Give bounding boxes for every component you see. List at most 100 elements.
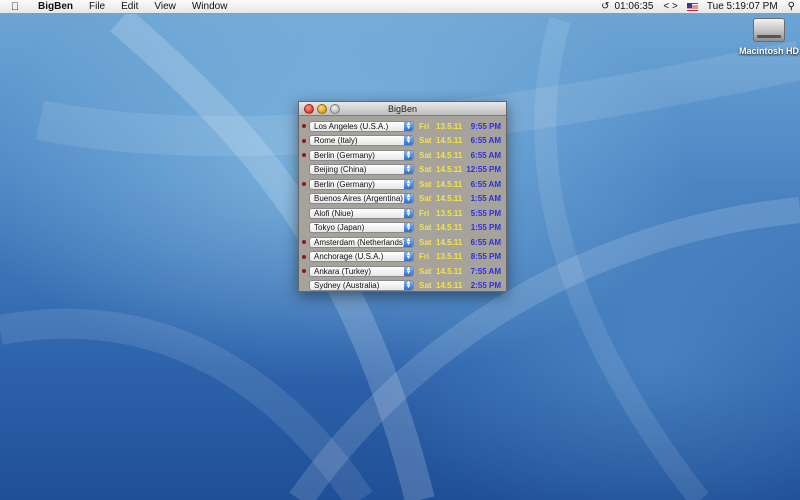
- date-text: 14.5.11: [436, 150, 463, 160]
- select-arrows-icon: ▲ ▼: [404, 193, 413, 204]
- date-text: 14.5.11: [436, 281, 463, 291]
- city-select[interactable]: Amsterdam (Netherlands) ▲ ▼: [309, 236, 414, 248]
- weekday-text: Sat: [419, 136, 432, 146]
- city-select[interactable]: Tokyo (Japan) ▲ ▼: [309, 222, 414, 234]
- time-text: 12:55 PM: [466, 165, 501, 175]
- weekday-text: Sat: [419, 237, 432, 247]
- select-arrows-icon: ▲ ▼: [404, 222, 413, 233]
- city-select[interactable]: Beijing (China) ▲ ▼: [309, 164, 414, 176]
- indicator-dot: [302, 284, 306, 288]
- time-text: 1:55 PM: [470, 223, 501, 233]
- zoom-button[interactable]: [330, 104, 340, 114]
- time-text: 8:55 PM: [470, 252, 501, 262]
- weekday-text: Fri: [419, 208, 430, 218]
- indicator-dot: [302, 240, 306, 244]
- weekday-text: Sat: [419, 281, 432, 291]
- city-select[interactable]: Anchorage (U.S.A.) ▲ ▼: [309, 251, 414, 263]
- indicator-dot: [302, 211, 306, 215]
- date-text: 14.5.11: [436, 194, 463, 204]
- select-arrows-icon: ▲ ▼: [404, 280, 413, 291]
- indicator-dot: [302, 124, 306, 128]
- city-select[interactable]: Los Angeles (U.S.A.) ▲ ▼: [309, 120, 414, 132]
- menu-edit[interactable]: Edit: [113, 0, 146, 14]
- time-text: 5:55 PM: [470, 208, 501, 218]
- nav-arrows[interactable]: < >: [658, 0, 682, 14]
- menu-view[interactable]: View: [146, 0, 184, 14]
- city-select-label: Berlin (Germany): [314, 179, 375, 189]
- city-select[interactable]: Berlin (Germany) ▲ ▼: [309, 178, 414, 190]
- select-arrows-icon: ▲ ▼: [404, 178, 413, 189]
- weekday-text: Fri: [419, 252, 430, 262]
- indicator-dot: [302, 138, 306, 143]
- city-time-list: Los Angeles (U.S.A.) ▲ ▼ Fri 13.5.11 9:55 PM R…: [299, 116, 506, 293]
- city-select[interactable]: Ankara (Turkey) ▲ ▼: [309, 265, 414, 277]
- menu-window[interactable]: Window: [184, 0, 236, 14]
- city-row: Berlin (Germany) ▲ ▼ Sat 14.5.11 6:55 AM: [299, 148, 506, 163]
- hard-drive-label: Macintosh HD: [738, 46, 799, 56]
- date-text: 14.5.11: [436, 237, 463, 247]
- menubar-clock[interactable]: Tue 5:19:07 PM: [702, 0, 783, 14]
- time-text: 2:55 PM: [470, 281, 501, 291]
- bigben-window: BigBen Los Angeles (U.S.A.) ▲ ▼ Fri 13.5.11 9…: [298, 101, 507, 292]
- city-select-label: Alofi (Niue): [314, 208, 354, 218]
- minimize-button[interactable]: [317, 104, 327, 114]
- spotlight-search-icon[interactable]: ⚲: [783, 0, 800, 14]
- weekday-text: Fri: [419, 121, 430, 131]
- time-text: 7:55 AM: [470, 266, 501, 276]
- timer-icon[interactable]: ↺: [596, 0, 614, 14]
- city-select-label: Ankara (Turkey): [314, 266, 372, 276]
- timer-readout[interactable]: 01:06:35: [614, 0, 658, 14]
- city-select-label: Amsterdam (Netherlands): [314, 237, 406, 247]
- date-text: 14.5.11: [436, 179, 463, 189]
- city-row: Buenos Aires (Argentina) ▲ ▼ Sat 14.5.11 1:55…: [299, 192, 506, 207]
- city-select-label: Sydney (Australia): [314, 281, 380, 291]
- indicator-dot: [302, 226, 306, 230]
- city-select[interactable]: Alofi (Niue) ▲ ▼: [309, 207, 414, 219]
- city-row: Amsterdam (Netherlands) ▲ ▼ Sat 14.5.11 6:55 …: [299, 235, 506, 250]
- indicator-dot: [302, 269, 306, 273]
- city-select[interactable]: Sydney (Australia) ▲ ▼: [309, 280, 414, 292]
- menu-app-bigben[interactable]: BigBen: [30, 0, 81, 14]
- select-arrows-icon: ▲ ▼: [404, 207, 413, 218]
- select-arrows-icon: ▲ ▼: [404, 236, 413, 247]
- select-arrows-icon: ▲ ▼: [404, 265, 413, 276]
- indicator-dot: [302, 153, 306, 157]
- weekday-text: Sat: [419, 165, 432, 175]
- city-row: Alofi (Niue) ▲ ▼ Fri 13.5.11 5:55 PM: [299, 206, 506, 221]
- city-select-label: Anchorage (U.S.A.): [314, 252, 384, 262]
- close-button[interactable]: [304, 104, 314, 114]
- city-row: Sydney (Australia) ▲ ▼ Sat 14.5.11 2:55 PM: [299, 279, 506, 294]
- menu-file[interactable]: File: [81, 0, 113, 14]
- weekday-text: Sat: [419, 194, 432, 204]
- date-text: 14.5.11: [436, 136, 463, 146]
- apple-menu-icon[interactable]: : [0, 0, 30, 14]
- time-text: 9:55 PM: [470, 121, 501, 131]
- time-text: 6:55 AM: [470, 136, 501, 146]
- city-select[interactable]: Buenos Aires (Argentina) ▲ ▼: [309, 193, 414, 205]
- us-flag-icon[interactable]: [686, 3, 698, 11]
- city-row: Rome (Italy) ▲ ▼ Sat 14.5.11 6:55 AM: [299, 134, 506, 149]
- window-titlebar[interactable]: BigBen: [299, 102, 506, 116]
- city-row: Berlin (Germany) ▲ ▼ Sat 14.5.11 6:55 AM: [299, 177, 506, 192]
- indicator-dot: [302, 254, 306, 259]
- city-select-label: Los Angeles (U.S.A.): [314, 121, 389, 131]
- city-select[interactable]: Rome (Italy) ▲ ▼: [309, 135, 414, 147]
- city-select[interactable]: Berlin (Germany) ▲ ▼: [309, 149, 414, 161]
- time-text: 6:55 AM: [470, 150, 501, 160]
- menu-bar:  BigBen File Edit View Window ↺ 01:06:3…: [0, 0, 800, 14]
- date-text: 14.5.11: [436, 223, 463, 233]
- date-text: 13.5.11: [436, 208, 463, 218]
- date-text: 13.5.11: [436, 121, 463, 131]
- city-select-label: Berlin (Germany): [314, 150, 375, 160]
- select-arrows-icon: ▲ ▼: [404, 164, 413, 175]
- city-row: Beijing (China) ▲ ▼ Sat 14.5.11 12:55 PM: [299, 163, 506, 178]
- select-arrows-icon: ▲ ▼: [404, 149, 413, 160]
- menu-extras: ↺ 01:06:35 < > Tue 5:19:07 PM ⚲: [596, 0, 800, 14]
- desktop-icon-hard-drive[interactable]: Macintosh HD: [733, 18, 800, 56]
- window-title: BigBen: [387, 104, 418, 114]
- weekday-text: Sat: [419, 266, 432, 276]
- indicator-dot: [302, 197, 306, 201]
- indicator-dot: [302, 168, 306, 172]
- city-row: Anchorage (U.S.A.) ▲ ▼ Fri 13.5.11 8:55 PM: [299, 250, 506, 265]
- select-arrows-icon: ▲ ▼: [404, 251, 413, 262]
